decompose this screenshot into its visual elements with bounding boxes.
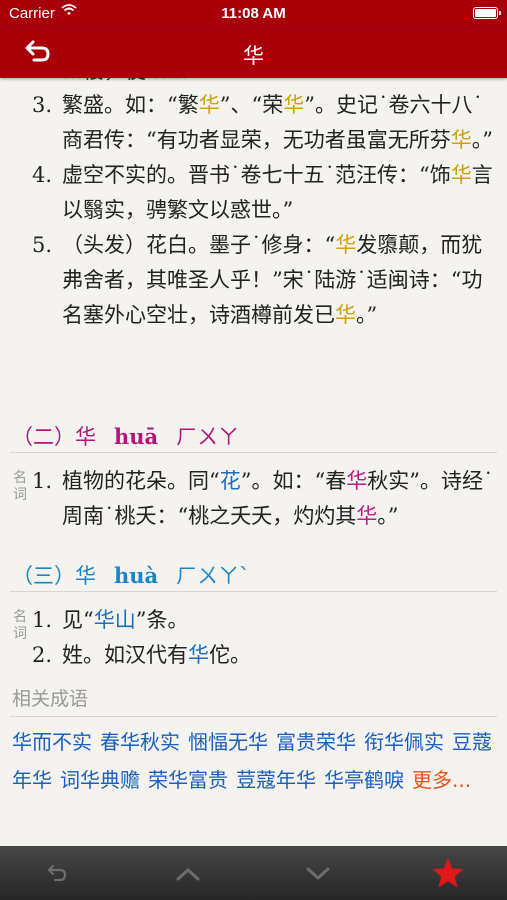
definition-content: …楼，使…… 3.繁盛。如：“繁华”、“荣华”。史记˙卷六十八˙商君传：“有功者… [0,78,507,846]
highlighted-char: 华 [450,128,472,152]
pinyin: huà [114,563,159,588]
sense-item: 1. 见“华山”条。 [0,603,507,638]
sense-number: 2. [32,643,53,667]
section-header-2: （二）华 huā ㄏㄨㄚ [12,421,239,451]
pinyin: huā [114,424,159,449]
idiom-link[interactable]: 富贵荣华 [276,730,356,754]
definition-text: ”条。 [135,608,189,632]
chevron-down-icon[interactable] [298,854,338,892]
sense-number: 1. [32,608,53,632]
sense-item: 3. 繁盛。如：“繁华”、“荣华”。史记˙卷六十八˙商君传：“有功者显荣，无功者虽… [0,88,507,158]
definition-text: ”。如：“春 [240,469,347,493]
status-bar: Carrier 11:08 AM [0,0,507,28]
divider [10,591,497,592]
section-index: （三）华 [12,564,96,588]
cross-reference-link[interactable]: 华 [188,643,209,667]
idiom-link[interactable]: 华亭鹤唳 [324,768,404,792]
highlighted-char: 华 [198,93,220,117]
definition-text: 。” [377,504,399,528]
zhuyin: ㄏㄨㄚ [176,425,240,449]
sense-item: 4. 虚空不实的。晋书˙卷七十五˙范汪传：“饰华言以翳实，骋繁文以惑世。” [0,158,507,228]
definition-text: ”、“荣 [219,93,284,117]
zhuyin: ㄏㄨㄚˋ [176,564,250,588]
highlighted-char: 华 [283,93,305,117]
definition-text: 。” [356,303,378,327]
bottom-toolbar [0,846,507,900]
battery-icon [473,7,501,19]
nav-bar: 华 [0,28,507,78]
definition-text: 姓。如汉代有 [62,643,188,667]
sense-list-1: 3. 繁盛。如：“繁华”、“荣华”。史记˙卷六十八˙商君传：“有功者显荣，无功者虽… [0,88,507,333]
idiom-link[interactable]: 荣华富贵 [148,768,228,792]
idiom-link[interactable]: 华而不实 [12,730,92,754]
sense-number: 4. [32,163,53,187]
sense-item: 2. 姓。如汉代有华佗。 [0,638,507,673]
chevron-up-icon[interactable] [168,854,208,892]
back-icon[interactable] [38,854,78,892]
highlighted-char: 华 [335,303,356,327]
highlighted-char: 华 [356,504,378,528]
page-title: 华 [243,44,264,68]
sense-item: 1. 植物的花朵。同“花”。如：“春华秋实”。诗经˙周南˙桃夭：“桃之夭夭，灼灼其… [0,464,507,534]
related-idioms-list: 华而不实 春华秋实 悃愊无华 富贵荣华 衔华佩实 豆蔻年华 词华典赡 荣华富贵 荳蔻年华 华亭鹤唳… [12,723,497,799]
related-idioms-label: 相关成语 [12,688,89,710]
idiom-link[interactable]: 词华典赡 [60,768,140,792]
sense-list-2: 1. 植物的花朵。同“花”。如：“春华秋实”。诗经˙周南˙桃夭：“桃之夭夭，灼灼其… [0,464,507,534]
cross-reference-link[interactable]: 花 [220,469,241,493]
cross-reference-link[interactable]: 华山 [94,608,136,632]
sense-number: 3. [32,93,53,117]
sense-number: 5. [32,233,53,257]
idiom-link[interactable]: 悃愊无华 [188,730,268,754]
sense-item: 5. （头发）花白。墨子˙修身：“华发隳颠，而犹弗舍者，其唯圣人乎！”宋˙陆游˙适… [0,228,507,333]
definition-text: 。” [471,128,493,152]
definition-text: 虚空不实的。晋书˙卷七十五˙范汪传：“饰 [62,163,451,187]
section-header-3: （三）华 huà ㄏㄨㄚˋ [12,560,250,590]
definition-text: 植物的花朵。同“ [62,469,220,493]
clock: 11:08 AM [221,5,286,22]
highlighted-char: 华 [346,469,368,493]
idiom-link[interactable]: 荳蔻年华 [236,768,316,792]
star-icon[interactable] [428,854,468,892]
idiom-link[interactable]: 衔华佩实 [364,730,444,754]
sense-number: 1. [32,469,53,493]
definition-text: 佗。 [209,643,251,667]
more-idioms-link[interactable]: 更多... [412,768,471,792]
highlighted-char: 华 [450,163,472,187]
idiom-link[interactable]: 春华秋实 [100,730,180,754]
section-index: （二）华 [12,425,96,449]
definition-text: 见“ [62,608,94,632]
definition-text: （头发）花白。墨子˙修身：“ [62,233,336,257]
highlighted-char: 华 [335,233,357,257]
divider [10,716,497,717]
sense-list-3: 1. 见“华山”条。 2. 姓。如汉代有华佗。 [0,603,507,673]
divider [10,452,497,453]
definition-text: 繁盛。如：“繁 [62,93,199,117]
